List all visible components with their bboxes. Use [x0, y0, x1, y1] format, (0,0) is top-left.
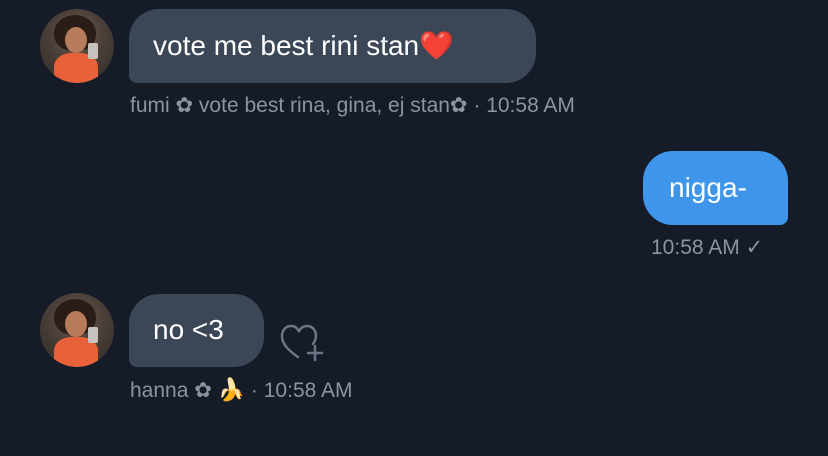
- sent-check-icon: ✓: [745, 236, 764, 259]
- message-bubble[interactable]: nigga-: [643, 151, 788, 225]
- message-text: vote me best rini stan: [153, 30, 420, 61]
- sender-name[interactable]: fumi ✿ vote best rina, gina, ej stan✿: [130, 94, 468, 117]
- avatar-face: [65, 311, 87, 337]
- avatar-phone: [88, 327, 98, 343]
- avatar[interactable]: [40, 9, 114, 83]
- avatar-face: [65, 27, 87, 53]
- timestamp: · 10:58 AM: [250, 379, 353, 402]
- message-bubble[interactable]: vote me best rini stan❤️: [129, 9, 536, 83]
- message-meta: 10:58 AM ✓: [651, 235, 763, 260]
- chat-screen: vote me best rini stan❤️ fumi ✿ vote bes…: [0, 0, 828, 456]
- avatar-phone: [88, 43, 98, 59]
- avatar[interactable]: [40, 293, 114, 367]
- message-meta: hanna ✿ 🍌 · 10:58 AM: [130, 377, 352, 403]
- message-text: nigga-: [669, 172, 747, 203]
- heart-plus-icon[interactable]: [278, 322, 326, 364]
- message-text: no <3: [153, 314, 224, 345]
- timestamp: · 10:58 AM: [473, 94, 575, 117]
- timestamp: 10:58 AM: [651, 236, 740, 259]
- message-meta: fumi ✿ vote best rina, gina, ej stan✿ · …: [130, 93, 575, 118]
- message-bubble[interactable]: no <3: [129, 294, 264, 367]
- heart-emoji: ❤️: [419, 30, 454, 61]
- sender-name[interactable]: hanna ✿: [130, 379, 212, 402]
- banana-emoji: 🍌: [217, 377, 246, 402]
